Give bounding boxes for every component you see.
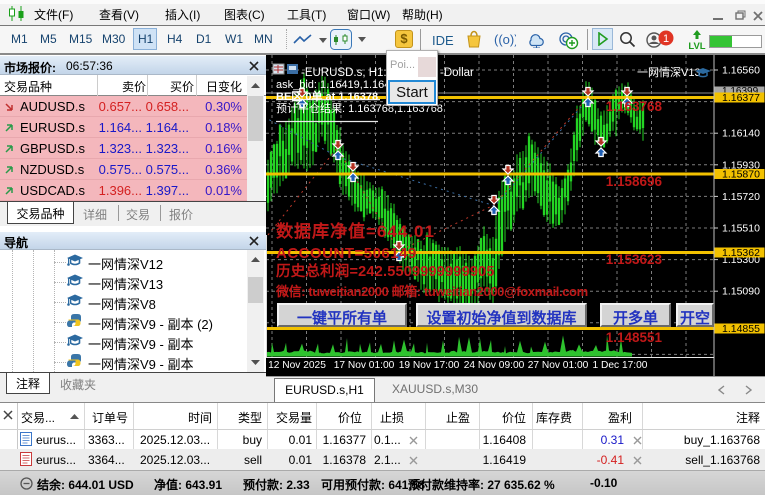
svg-text:((o)): ((o)) [494,32,516,47]
svg-text:1: 1 [663,33,669,45]
svg-text:微信: tuweitian2000 邮箱: tuweitia: 微信: tuweitian2000 邮箱: tuweitian2000@foxm… [275,284,588,299]
svg-text:17 Nov 01:00: 17 Nov 01:00 [334,360,395,371]
svg-text:-Dollar: -Dollar [440,67,474,79]
svg-text:1.148551: 1.148551 [606,330,663,345]
svg-text:ask_bid: 1.16419,1.16408: ask_bid: 1.16419,1.16408 [276,79,403,91]
svg-text:ACCOUNT=506149: ACCOUNT=506149 [276,245,417,262]
svg-text:27 Nov 01:00: 27 Nov 01:00 [528,360,589,371]
svg-text:数据库净值=644.01: 数据库净值=644.01 [276,221,435,241]
svg-text:1.16560: 1.16560 [722,65,760,77]
svg-text:1 Dec 17:00: 1 Dec 17:00 [593,360,648,371]
svg-text:1.15720: 1.15720 [722,191,760,203]
svg-text:1.153623: 1.153623 [606,252,663,267]
svg-text:1.163768: 1.163768 [606,99,663,114]
svg-text:1.15362: 1.15362 [722,247,760,259]
svg-text:24 Nov 09:00: 24 Nov 09:00 [464,360,525,371]
svg-text:-EURUSD.s, H1:: -EURUSD.s, H1: [301,67,387,79]
svg-text:历史总利润=242.5509999999905: 历史总利润=242.5509999999905 [276,262,495,280]
svg-text:LVL: LVL [688,41,705,51]
svg-text:19 Nov 17:00: 19 Nov 17:00 [399,360,460,371]
svg-text:1.14855: 1.14855 [722,323,760,335]
svg-text:12 Nov 2025: 12 Nov 2025 [268,360,326,371]
svg-text:1.16377: 1.16377 [722,92,760,104]
svg-text:一网情深V13: 一网情深V13 [637,66,701,79]
svg-text:1.15510: 1.15510 [722,223,760,235]
svg-text:1.16140: 1.16140 [722,128,760,140]
svg-text:BE区 0单 at 1.16378: BE区 0单 at 1.16378 [276,89,378,103]
svg-text:1.158696: 1.158696 [606,174,663,189]
svg-text:1.15870: 1.15870 [722,169,760,181]
svg-text:1.15090: 1.15090 [722,286,760,298]
